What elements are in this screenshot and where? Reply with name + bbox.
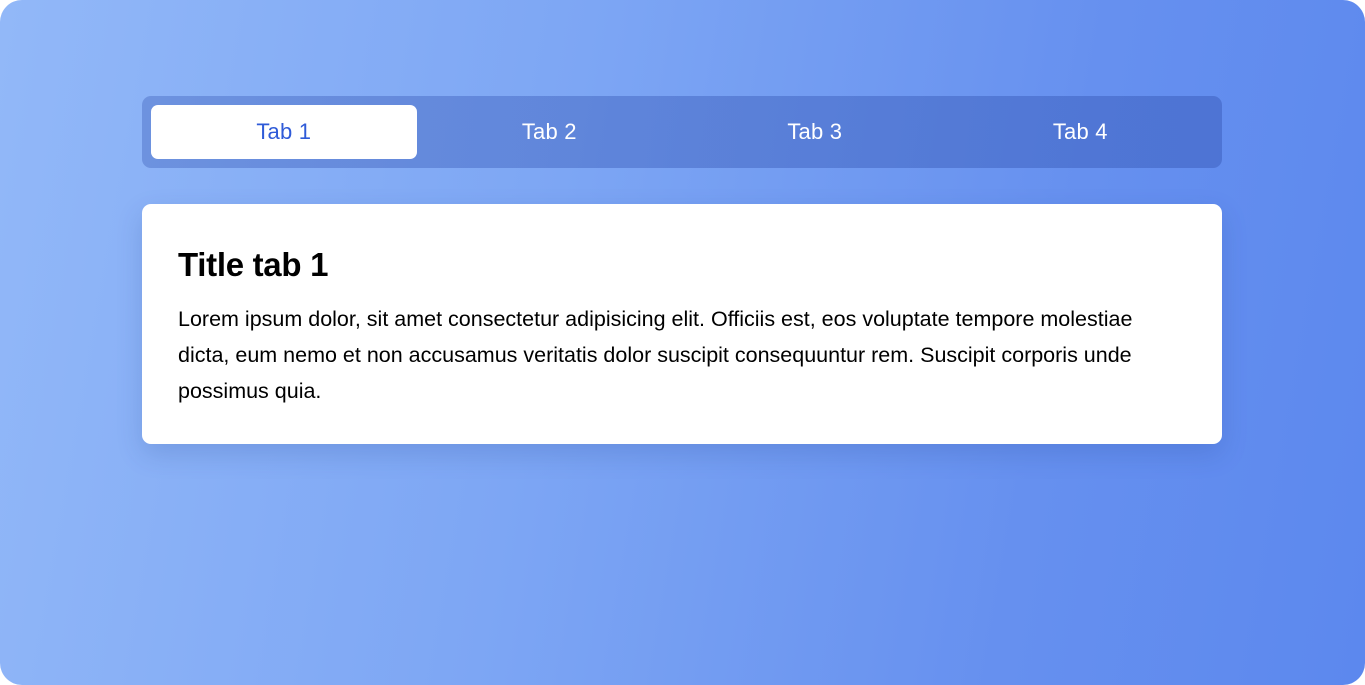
content-title: Title tab 1 <box>178 246 329 283</box>
tab-4[interactable]: Tab 4 <box>948 105 1214 159</box>
tab-1[interactable]: Tab 1 <box>151 105 417 159</box>
tab-bar: Tab 1 Tab 2 Tab 3 Tab 4 <box>142 96 1222 168</box>
tab-2[interactable]: Tab 2 <box>417 105 683 159</box>
app-background: Tab 1 Tab 2 Tab 3 Tab 4 Title tab 1 Lore… <box>0 0 1365 685</box>
content-body: Lorem ipsum dolor, sit amet consectetur … <box>178 307 1133 403</box>
tab-3[interactable]: Tab 3 <box>682 105 948 159</box>
tab-content-panel: Title tab 1 Lorem ipsum dolor, sit amet … <box>142 204 1222 444</box>
